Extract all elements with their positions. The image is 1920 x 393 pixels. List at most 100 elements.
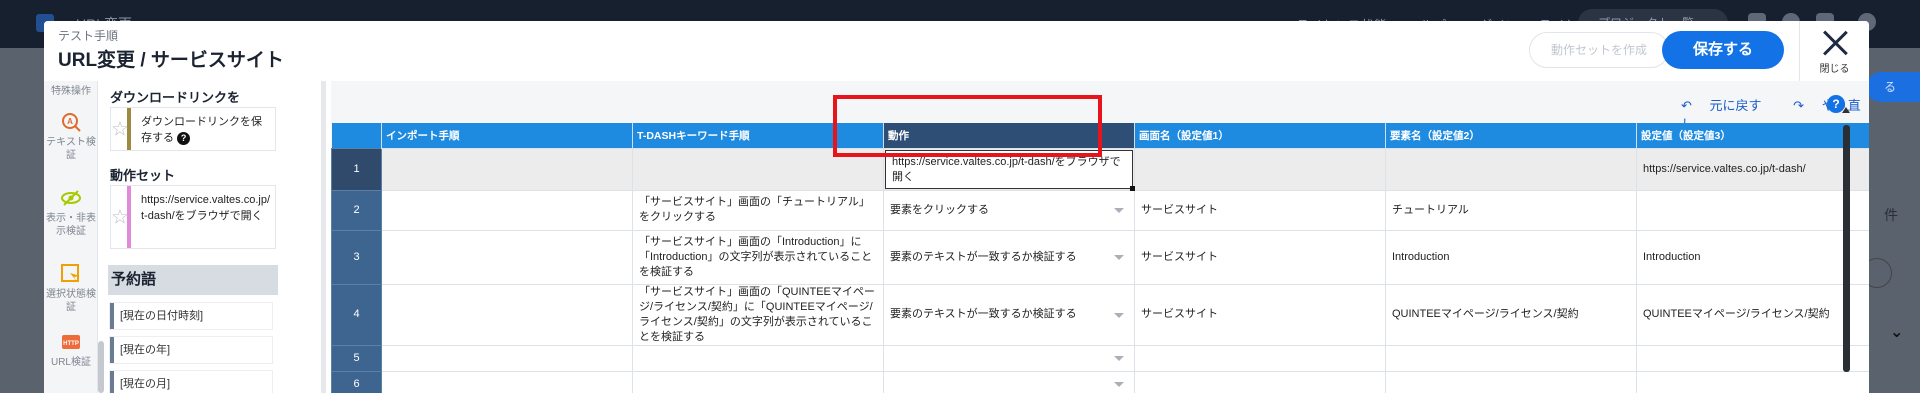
- import-cell[interactable]: [381, 283, 633, 346]
- step-editor: ↶ 元に戻す ↷ やり直し ? インポート手順 T-DASHキーワード手順 動作…: [331, 81, 1869, 393]
- import-cell[interactable]: [381, 147, 633, 191]
- column-header-import[interactable]: インポート手順: [381, 123, 633, 148]
- chevron-down-icon: [1114, 208, 1124, 213]
- close-label: 閉じる: [1819, 64, 1850, 75]
- chevron-down-icon: [1114, 255, 1124, 260]
- column-header-value[interactable]: 設定値（設定値3）: [1636, 123, 1869, 148]
- keyword-cell[interactable]: 「サービスサイト」画面の「QUINTEEマイページ/ライセンス/契約」に「QUI…: [632, 283, 884, 346]
- card-color-bar: [127, 108, 131, 150]
- action-set-section-header: 動作セット: [110, 168, 176, 183]
- keyword-cell[interactable]: 「サービスサイト」画面の「Introduction」に「Introduction…: [632, 229, 884, 285]
- action-select[interactable]: [883, 344, 1135, 372]
- import-cell[interactable]: [381, 370, 633, 393]
- element-cell[interactable]: QUINTEEマイページ/ライセンス/契約: [1385, 283, 1637, 346]
- chevron-down-icon: [1114, 382, 1124, 387]
- element-cell[interactable]: Introduction: [1385, 229, 1637, 285]
- modal-header: テスト手順 URL変更 / サービスサイト 動作セットを作成 保存する 閉じる: [44, 21, 1869, 81]
- text-verify-icon: A: [60, 111, 82, 133]
- category-visibility-verify[interactable]: 表示・非表示検証: [44, 187, 98, 238]
- column-header-keyword[interactable]: T-DASHキーワード手順: [632, 123, 884, 148]
- download-link-card[interactable]: ☆ ダウンロードリンクを保存する ?: [110, 107, 276, 151]
- keyword-cell[interactable]: [632, 370, 884, 393]
- keyword-category-column: 特殊操作 A テキスト検証 表示・非表示検証 選択状態検証 HTTP URL検証: [44, 81, 104, 393]
- category-label: 表示・非表示検証: [46, 213, 96, 237]
- screen-cell[interactable]: [1134, 370, 1386, 393]
- import-cell[interactable]: [381, 229, 633, 285]
- table-row: 3 「サービスサイト」画面の「Introduction」に「Introducti…: [331, 229, 1869, 285]
- table-header-row: インポート手順 T-DASHキーワード手順 動作 画面名（設定値1） 要素名（設…: [331, 123, 1869, 148]
- import-cell[interactable]: [381, 344, 633, 372]
- undo-icon: ↶: [1681, 98, 1692, 113]
- keyword-cell[interactable]: [632, 344, 884, 372]
- value-cell[interactable]: [1636, 370, 1869, 393]
- import-cell[interactable]: [381, 189, 633, 231]
- value-cell[interactable]: QUINTEEマイページ/ライセンス/契約: [1636, 283, 1869, 346]
- keyword-cell[interactable]: 「サービスサイト」画面の「チュートリアル」をクリックする: [632, 189, 884, 231]
- help-icon[interactable]: ?: [177, 131, 191, 145]
- reserved-words-header: 予約語: [108, 265, 278, 295]
- element-cell[interactable]: チュートリアル: [1385, 189, 1637, 231]
- column-header-action[interactable]: 動作: [883, 123, 1135, 148]
- element-cell[interactable]: [1385, 147, 1637, 191]
- screen-cell[interactable]: [1134, 344, 1386, 372]
- star-icon[interactable]: ☆: [111, 117, 129, 142]
- value-cell[interactable]: [1636, 344, 1869, 372]
- row-number[interactable]: 2: [331, 189, 382, 231]
- value-cell[interactable]: https://service.valtes.co.jp/t-dash/: [1636, 147, 1869, 191]
- value-cell[interactable]: [1636, 189, 1869, 231]
- scroll-up-icon[interactable]: [1842, 107, 1850, 113]
- column-header-element[interactable]: 要素名（設定値2）: [1385, 123, 1637, 148]
- screen-cell[interactable]: サービスサイト: [1134, 189, 1386, 231]
- action-select[interactable]: 要素のテキストが一致するか検証する: [883, 283, 1135, 346]
- row-number[interactable]: 5: [331, 344, 382, 372]
- undo-button[interactable]: ↶ 元に戻す: [1681, 98, 1776, 113]
- svg-text:A: A: [67, 117, 73, 126]
- category-text-verify[interactable]: A テキスト検証: [44, 111, 98, 162]
- screen-cell[interactable]: サービスサイト: [1134, 229, 1386, 285]
- star-icon[interactable]: ☆: [111, 205, 129, 230]
- table-scrollbar[interactable]: [1843, 125, 1850, 372]
- row-number[interactable]: 3: [331, 229, 382, 285]
- action-cell-editing[interactable]: https://service.valtes.co.jp/t-dash/をブラウ…: [883, 147, 1135, 191]
- selection-verify-icon: [60, 263, 82, 285]
- value-cell[interactable]: Introduction: [1636, 229, 1869, 285]
- action-select[interactable]: [883, 370, 1135, 393]
- screen-cell[interactable]: [1134, 147, 1386, 191]
- modal-subtitle: テスト手順: [58, 29, 119, 43]
- keyword-cell[interactable]: [632, 147, 884, 191]
- close-button[interactable]: 閉じる: [1799, 21, 1869, 81]
- create-action-set-button[interactable]: 動作セットを作成: [1529, 32, 1669, 68]
- category-special-op[interactable]: 特殊操作: [44, 85, 98, 98]
- action-set-card[interactable]: ☆ https://service.valtes.co.jp/t-dash/をブ…: [110, 185, 276, 249]
- category-label: 特殊操作: [51, 86, 91, 97]
- action-select[interactable]: 要素のテキストが一致するか検証する: [883, 229, 1135, 285]
- action-select[interactable]: 要素をクリックする: [883, 189, 1135, 231]
- reserved-word-item[interactable]: [現在の日付時刻]: [110, 303, 272, 329]
- category-label: URL検証: [50, 357, 91, 368]
- keyword-palette: ダウンロードリンクを ☆ ダウンロードリンクを保存する ? 動作セット ☆ ht…: [104, 81, 326, 393]
- test-steps-modal: テスト手順 URL変更 / サービスサイト 動作セットを作成 保存する 閉じる …: [44, 21, 1869, 393]
- row-number[interactable]: 6: [331, 370, 382, 393]
- download-link-card-label: ダウンロードリンクを保存する ?: [141, 116, 262, 145]
- row-number[interactable]: 4: [331, 283, 382, 346]
- category-selection-verify[interactable]: 選択状態検証: [44, 263, 98, 314]
- reserved-word-item[interactable]: [現在の月]: [110, 371, 272, 393]
- save-button[interactable]: 保存する: [1662, 31, 1784, 69]
- chevron-down-icon: [1114, 356, 1124, 361]
- background-count-unit: 件: [1884, 207, 1898, 223]
- screen-cell[interactable]: サービスサイト: [1134, 283, 1386, 346]
- column-header-screen[interactable]: 画面名（設定値1）: [1134, 123, 1386, 148]
- svg-text:HTTP: HTTP: [63, 341, 79, 347]
- reserved-word-item[interactable]: [現在の年]: [110, 337, 272, 363]
- element-cell[interactable]: [1385, 370, 1637, 393]
- table-row: 1 https://service.valtes.co.jp/t-dash/をブ…: [331, 147, 1869, 191]
- modal-title: URL変更 / サービスサイト: [58, 50, 284, 71]
- category-label: テキスト検証: [46, 137, 96, 161]
- category-label: 選択状態検証: [46, 289, 96, 313]
- http-icon: HTTP: [60, 331, 82, 353]
- row-number[interactable]: 1: [331, 147, 382, 191]
- card-color-bar: [127, 186, 131, 248]
- action-edit-input[interactable]: https://service.valtes.co.jp/t-dash/をブラウ…: [885, 149, 1135, 191]
- category-url-verify[interactable]: HTTP URL検証: [44, 331, 98, 369]
- element-cell[interactable]: [1385, 344, 1637, 372]
